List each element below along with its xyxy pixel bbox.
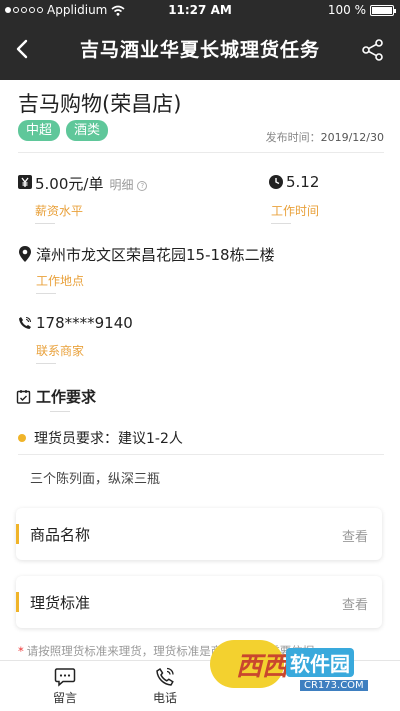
location-pin-icon [19, 246, 31, 262]
divider [18, 152, 384, 153]
divider [271, 223, 291, 224]
store-tags: 中超 酒类 [18, 120, 109, 141]
location-label: 工作地点 [36, 274, 85, 288]
divider [50, 411, 70, 412]
requirement-item: 理货员要求：建议1-2人 [18, 428, 183, 448]
requirement-text: 理货员要求：建议1-2人 [34, 431, 183, 447]
tag-type: 酒类 [66, 120, 109, 141]
battery-status: 100 % [327, 3, 396, 17]
page-title: 吉马酒业华夏长城理货任务 [79, 39, 320, 61]
contact-phone[interactable]: 178****9140 [36, 314, 133, 332]
nav-bar: 吉马酒业华夏长城理货任务 [0, 20, 400, 80]
clock-icon [269, 175, 283, 189]
tag-category: 中超 [18, 120, 61, 141]
message-icon [54, 668, 76, 687]
accent-bar [16, 524, 19, 544]
battery-percent: 100 % [327, 3, 366, 17]
salary-value: 5.00元/单 明细 ? [35, 173, 148, 194]
divider [35, 223, 55, 224]
work-time-value: 5.12 [286, 173, 320, 191]
requirements-title: 工作要求 [16, 386, 96, 407]
work-time-label: 工作时间 [271, 204, 320, 218]
chevron-left-icon[interactable] [8, 34, 38, 64]
salary-amount: 5.00元/单 [35, 175, 104, 193]
question-icon: ? [137, 181, 148, 191]
store-name: 吉马购物(荣昌店) [18, 92, 182, 116]
message-label: 留言 [52, 691, 77, 705]
bullet-icon [18, 434, 26, 442]
watermark-brand: 软件园 [286, 648, 354, 677]
yuan-icon [18, 175, 32, 189]
divider [36, 363, 56, 364]
product-name-card[interactable]: 商品名称 查看 [16, 508, 382, 560]
location-value: 漳州市龙文区荣昌花园15-18栋二楼 [36, 246, 275, 264]
publish-date-label: 发布时间： [265, 131, 321, 144]
card-title: 商品名称 [30, 526, 91, 544]
salary-detail-link[interactable]: 明细 ? [109, 178, 148, 192]
publish-date: 发布时间：2019/12/30 [266, 129, 384, 145]
call-button[interactable]: 电话 [135, 667, 195, 706]
standard-card[interactable]: 理货标准 查看 [16, 576, 382, 628]
phone-icon [156, 667, 174, 686]
accent-bar [16, 592, 19, 612]
status-bar: Applidium 11:27 AM 100 % [0, 0, 400, 20]
clipboard-icon [16, 390, 31, 404]
requirements-title-text: 工作要求 [36, 388, 97, 406]
battery-icon [370, 4, 396, 16]
watermark-logo: 西西 软件园 CR173.COM [200, 636, 390, 706]
contact-label: 联系商家 [36, 344, 85, 358]
share-icon[interactable] [360, 37, 386, 63]
call-label: 电话 [152, 691, 177, 705]
divider [18, 454, 384, 455]
watermark-badge-text: 西西 [236, 652, 289, 682]
required-star: * [18, 644, 24, 658]
message-button[interactable]: 留言 [35, 667, 95, 706]
watermark-url: CR173.COM [300, 680, 368, 691]
divider [36, 293, 56, 294]
publish-date-value: 2019/12/30 [320, 131, 384, 144]
card-title: 理货标准 [30, 594, 91, 612]
view-button[interactable]: 查看 [342, 526, 368, 545]
phone-icon [19, 316, 32, 329]
view-button[interactable]: 查看 [342, 594, 368, 613]
salary-label: 薪资水平 [35, 204, 84, 218]
requirement-description: 三个陈列面，纵深三瓶 [30, 472, 161, 487]
